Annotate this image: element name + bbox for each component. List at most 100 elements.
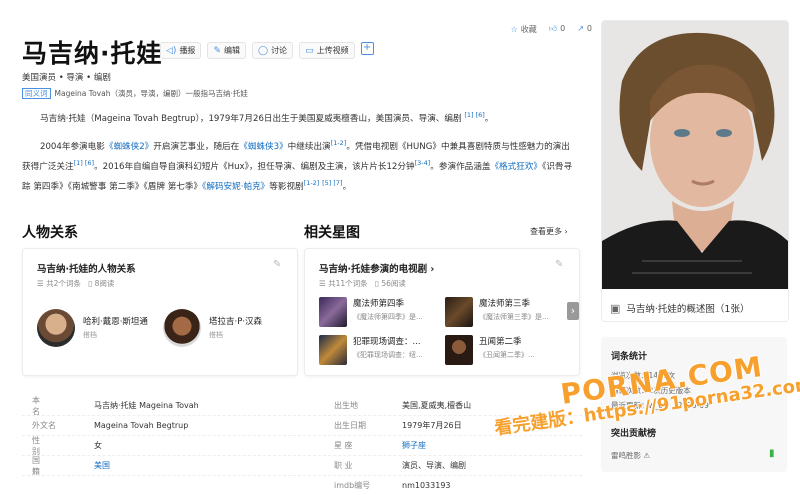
thumbs-up-icon: 👍︎ <box>548 24 558 33</box>
show-item[interactable]: 丑闻第二季 《丑闻第二季》... <box>445 335 569 365</box>
show-link[interactable]: 《解码安妮·帕克》 <box>202 182 269 192</box>
intro-paragraph-1: 马吉纳·托娃（Mageina Tovah Begtrup），1979年7月26日… <box>40 111 494 124</box>
intro-text: 。2016年自编自导自演科幻短片《Hux》，担任导演、编剧及主演，该片片长12分… <box>94 161 415 172</box>
stats-title: 词条统计 <box>611 352 648 362</box>
intro-text: 开启演艺事业，随后在 <box>153 141 240 152</box>
show-description: 《魔法师第三季》是... <box>479 313 549 321</box>
relations-section-title: 人物关系 <box>22 225 78 241</box>
info-value: 美国,夏威夷,檀香山 <box>402 401 472 410</box>
entry-toolbar: ◁) 播报 ✎ 编辑 ◯ 讨论 ▭ 上传视频 + <box>160 42 374 59</box>
like-button[interactable]: 👍︎ 0 <box>549 24 565 35</box>
info-value: Mageina Tovah Begtrup <box>94 421 189 430</box>
pencil-icon[interactable]: ✎ <box>273 259 281 270</box>
reference-link[interactable]: [1-2] <box>304 179 320 187</box>
photo-caption[interactable]: ▣ 马吉纳·托娃的概述图（1张） <box>610 301 749 316</box>
star-map-section-title: 相关星图 <box>304 225 360 241</box>
share-button[interactable]: ↗ 0 <box>577 24 592 35</box>
intro-text: 。参演作品涵盖 <box>430 161 491 172</box>
read-count: 56阅读 <box>381 279 406 288</box>
share-icon: ↗ <box>577 24 584 33</box>
info-key: 职 业 <box>334 461 353 470</box>
list-icon: ☰ <box>319 279 326 288</box>
bookmark-icon[interactable]: ▮ <box>769 448 775 459</box>
intro-p1-text: 马吉纳·托娃（Mageina Tovah Begtrup），1979年7月26日… <box>40 113 462 124</box>
discuss-label: 讨论 <box>271 46 288 55</box>
relations-card-title[interactable]: 马吉纳·托娃的人物关系 <box>37 261 136 275</box>
star-map-card-title[interactable]: 马吉纳·托娃参演的电视剧 › <box>319 261 434 275</box>
disambiguation: 同义词 Mageina Tovah（演员，导演，编剧）一般指马吉纳·托娃 <box>22 88 248 99</box>
play-button[interactable]: ◁) 播报 <box>160 42 202 59</box>
entry-subtitle: 美国演员 • 导演 • 编剧 <box>22 73 111 83</box>
video-icon: ▭ <box>305 45 314 56</box>
carousel-next-button[interactable]: › <box>567 302 579 320</box>
disambiguation-text: Mageina Tovah（演员，导演，编剧）一般指马吉纳·托娃 <box>54 89 248 98</box>
info-value-link[interactable]: 狮子座 <box>402 440 426 451</box>
info-key: 出生地 <box>334 401 358 410</box>
show-item[interactable]: 魔法师第三季《魔法师第三季》是... <box>445 297 569 327</box>
reference-link[interactable]: [5] [7] <box>322 179 342 187</box>
intro-paragraph-2: 2004年参演电影《蜘蛛侠2》开启演艺事业，随后在《蜘蛛侠3》中继续出演[1-2… <box>22 139 573 192</box>
relations-card: 马吉纳·托娃的人物关系 ✎ ☰ 共2个词条 ▯ 8阅读 哈利·戴恩·斯坦通 搭档… <box>22 248 298 376</box>
page-title: 马吉纳·托娃 <box>22 39 163 68</box>
book-icon: ▯ <box>374 279 379 288</box>
show-name: 魔法师第三季 <box>479 299 531 309</box>
star-icon: ☆ <box>510 25 518 34</box>
info-key: 外文名 <box>32 421 56 430</box>
chevron-right-icon: › <box>564 227 568 236</box>
list-icon: ☰ <box>37 279 44 288</box>
collect-button[interactable]: ☆ 收藏 <box>511 24 537 35</box>
reference-link[interactable]: [1] [6] <box>464 111 484 119</box>
view-more-link[interactable]: 查看更多 › <box>530 226 568 237</box>
show-item[interactable]: 犯罪现场调查：... 《犯罪现场调查：纽... <box>319 335 437 365</box>
info-row: imdb编号 nm1033193 <box>22 476 582 495</box>
like-count: 0 <box>560 24 566 33</box>
contributor-name: 雷鸣胜影 <box>611 451 641 460</box>
top-stats: ☆ 收藏 👍︎ 0 ↗ 0 <box>511 24 592 35</box>
edit-button[interactable]: ✎ 编辑 <box>207 42 246 59</box>
person-item[interactable]: 塔拉吉·P·汉森 搭档 <box>163 309 293 347</box>
image-icon: ▣ <box>610 301 621 315</box>
reference-link[interactable]: [1-2] <box>331 139 347 147</box>
add-button[interactable]: + <box>360 42 374 55</box>
intro-text: 2004年参演电影 <box>40 141 105 152</box>
movie-link[interactable]: 《蜘蛛侠3》 <box>239 142 287 152</box>
collect-label: 收藏 <box>520 25 537 34</box>
edit-label: 编辑 <box>223 46 240 55</box>
speaker-icon: ◁) <box>166 45 177 56</box>
reference-link[interactable]: [3-4] <box>415 159 431 167</box>
show-item[interactable]: 魔法师第四季 《魔法师第四季》是... <box>319 297 437 327</box>
discuss-button[interactable]: ◯ 讨论 <box>251 42 294 59</box>
show-description: 《犯罪现场调查：纽... <box>353 351 423 359</box>
contributor-row[interactable]: 雷鸣胜影 ⚠ <box>611 450 650 461</box>
info-key: 性 别 <box>32 435 46 456</box>
play-label: 播报 <box>179 46 196 55</box>
person-name: 哈利·戴恩·斯坦通 <box>83 316 148 327</box>
book-icon: ▯ <box>88 279 93 288</box>
star-map-meta: ☰ 共11个词条 ▯ 56阅读 <box>319 278 406 289</box>
show-link[interactable]: 《格式狂欢》 <box>490 162 542 172</box>
show-name: 犯罪现场调查：... <box>353 337 421 347</box>
portrait-photo[interactable] <box>602 21 788 289</box>
avatar <box>163 309 201 347</box>
movie-link[interactable]: 《蜘蛛侠2》 <box>105 142 153 152</box>
upload-label: 上传视频 <box>316 46 349 55</box>
pencil-icon[interactable]: ✎ <box>555 259 563 270</box>
info-value: 马吉纳·托娃 Mageina Tovah <box>94 401 199 410</box>
show-poster <box>445 297 473 327</box>
reference-link[interactable]: [1] [6] <box>74 159 94 167</box>
person-role: 搭档 <box>209 330 223 339</box>
read-count: 8阅读 <box>94 279 115 288</box>
synonym-tag[interactable]: 同义词 <box>22 88 51 99</box>
contribution-title: 突出贡献榜 <box>611 429 657 439</box>
relations-meta: ☰ 共2个词条 ▯ 8阅读 <box>37 278 114 289</box>
chevron-right-icon: › <box>430 264 435 275</box>
view-more-label: 查看更多 <box>530 227 562 236</box>
show-poster <box>319 297 347 327</box>
star-map-card: 马吉纳·托娃参演的电视剧 › ✎ ☰ 共11个词条 ▯ 56阅读 魔法师第四季《… <box>304 248 580 376</box>
upload-video-button[interactable]: ▭ 上传视频 <box>299 42 355 59</box>
show-description: 《丑闻第二季》... <box>479 351 535 359</box>
info-value-link[interactable]: 美国 <box>68 460 304 471</box>
intro-text: 中继续出演 <box>287 141 331 152</box>
person-item[interactable]: 哈利·戴恩·斯坦通 搭档 <box>37 309 155 347</box>
info-key: 星 座 <box>334 441 353 450</box>
